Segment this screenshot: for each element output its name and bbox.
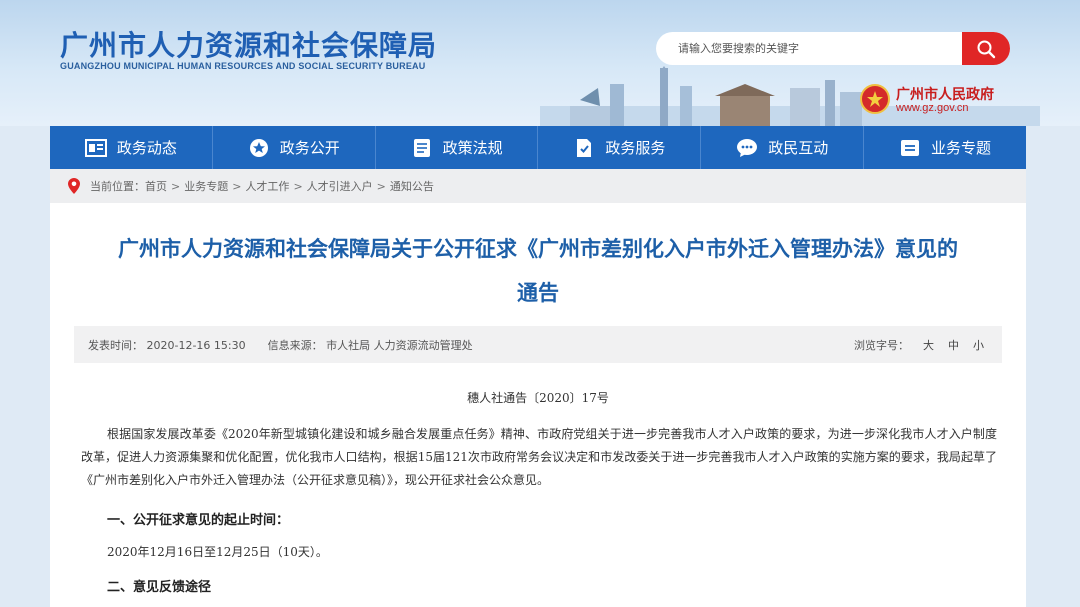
search-icon xyxy=(977,40,996,58)
breadcrumb-talent-work[interactable]: 人才工作 xyxy=(245,178,289,194)
nav-item-service[interactable]: 政务服务 xyxy=(538,126,702,169)
star-icon xyxy=(248,137,270,159)
site-header: 广州市人力资源和社会保障局 GUANGZHOU MUNICIPAL HUMAN … xyxy=(0,0,1080,126)
search-box xyxy=(656,32,1010,65)
nav-label: 政民互动 xyxy=(768,139,829,157)
section-heading-1: 一、公开征求意见的起止时间： xyxy=(107,513,290,528)
service-icon xyxy=(573,137,595,159)
star-emblem-icon xyxy=(867,91,883,107)
gov-link-url[interactable]: www.gz.gov.cn xyxy=(896,102,969,114)
nav-label: 政策法规 xyxy=(442,139,503,157)
font-size-label: 浏览字号： xyxy=(854,338,909,352)
section-heading-2: 二、意见反馈途径 xyxy=(107,580,212,595)
main-nav: 政务动态 政务公开 政策法规 政务服务 政民互动 业务专题 xyxy=(50,126,1026,169)
document-icon xyxy=(411,137,433,159)
publish-time: 发表时间： 2020-12-16 15:30 xyxy=(88,338,246,352)
site-title[interactable]: 广州市人力资源和社会保障局 xyxy=(60,24,437,64)
chat-icon xyxy=(736,137,758,159)
breadcrumb-prefix: 当前位置： xyxy=(90,180,145,193)
breadcrumb-home[interactable]: 首页 xyxy=(145,178,167,194)
breadcrumb-talent-settlement[interactable]: 人才引进入户 xyxy=(307,178,373,194)
breadcrumb-separator: > xyxy=(376,179,386,193)
nav-label: 政务服务 xyxy=(605,139,666,157)
font-size-small-button[interactable]: 小 xyxy=(973,337,984,353)
article-paragraph: 根据国家发展改革委《2020年新型城镇化建设和城乡融合发展重点任务》精神、市政府… xyxy=(81,427,997,487)
location-pin-icon xyxy=(68,178,80,194)
article-title-line1: 广州市人力资源和社会保障局关于公开征求《广州市差别化入户市外迁入管理办法》意见的 xyxy=(118,237,958,261)
nav-item-interaction[interactable]: 政民互动 xyxy=(701,126,865,169)
article-title: 广州市人力资源和社会保障局关于公开征求《广州市差别化入户市外迁入管理办法》意见的… xyxy=(70,227,1006,315)
nav-label: 业务专题 xyxy=(931,139,992,157)
nav-item-news[interactable]: 政务动态 xyxy=(50,126,213,169)
article-container: 广州市人力资源和社会保障局关于公开征求《广州市差别化入户市外迁入管理办法》意见的… xyxy=(50,203,1026,607)
nav-label: 政务动态 xyxy=(116,139,177,157)
site-subtitle: GUANGZHOU MUNICIPAL HUMAN RESOURCES AND … xyxy=(60,61,426,71)
gov-link-name[interactable]: 广州市人民政府 xyxy=(896,84,994,104)
search-input[interactable] xyxy=(656,32,961,65)
breadcrumb-business-topics[interactable]: 业务专题 xyxy=(184,178,228,194)
topic-icon xyxy=(899,137,921,159)
font-size-large-button[interactable]: 大 xyxy=(923,337,934,353)
nav-label: 政务公开 xyxy=(279,139,340,157)
info-source: 信息来源： 市人社局 人力资源流动管理处 xyxy=(267,338,473,352)
search-button[interactable] xyxy=(962,32,1010,65)
section-text-1: 2020年12月16日至12月25日（10天）。 xyxy=(107,545,328,559)
font-size-controls: 浏览字号： 大 中 小 xyxy=(854,337,984,353)
breadcrumb-separator: > xyxy=(171,179,181,193)
nav-item-policy[interactable]: 政策法规 xyxy=(376,126,539,169)
breadcrumb-separator: > xyxy=(232,179,242,193)
article-title-line2: 通告 xyxy=(517,281,559,305)
news-icon xyxy=(84,137,107,159)
breadcrumb-separator: > xyxy=(293,179,303,193)
gov-emblem-icon[interactable] xyxy=(860,84,890,114)
document-number: 穗人社通告〔2020〕17号 xyxy=(467,391,609,405)
breadcrumb: 当前位置： 首页 > 业务专题 > 人才工作 > 人才引进入户 > 通知公告 xyxy=(50,169,1026,203)
nav-item-disclosure[interactable]: 政务公开 xyxy=(213,126,376,169)
nav-item-topics[interactable]: 业务专题 xyxy=(864,126,1026,169)
breadcrumb-notices[interactable]: 通知公告 xyxy=(390,178,434,194)
font-size-medium-button[interactable]: 中 xyxy=(948,337,959,353)
article-meta-bar: 发表时间： 2020-12-16 15:30 信息来源： 市人社局 人力资源流动… xyxy=(74,326,1002,363)
